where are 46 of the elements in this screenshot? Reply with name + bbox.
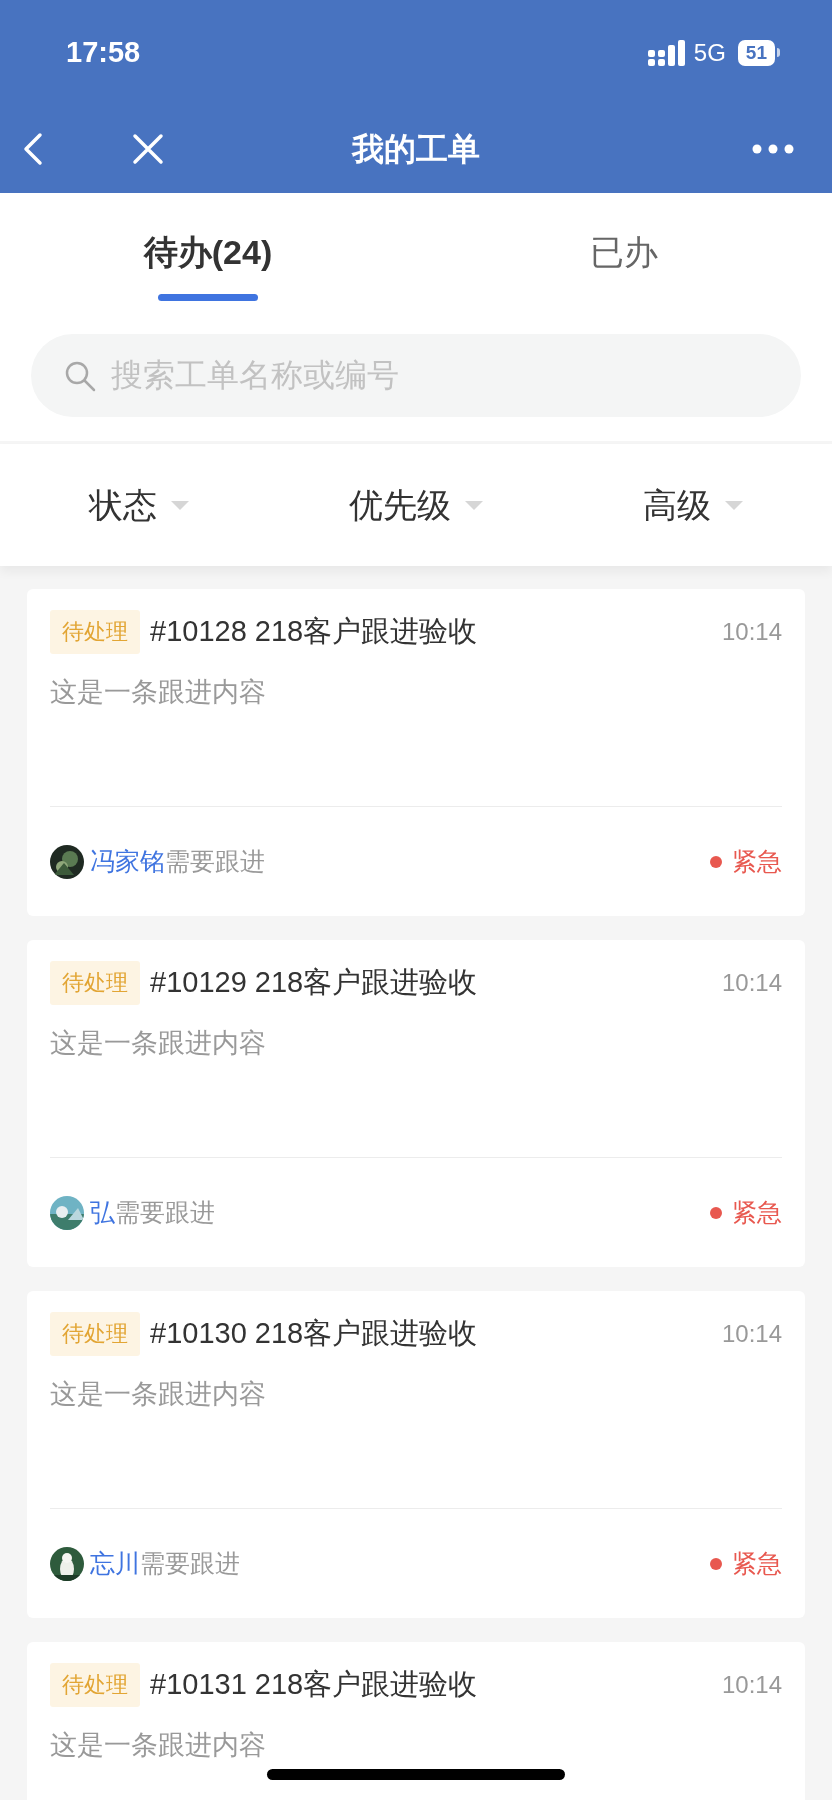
priority-label: 紧急 (732, 1196, 782, 1228)
signal-icon (647, 39, 686, 66)
ticket-title: #10128 218客户跟进验收 (150, 614, 479, 650)
action-label: 需要跟进 (115, 1196, 216, 1228)
ticket-content: 这是一条跟进内容 (50, 1379, 266, 1409)
tab[interactable]: 待办(24) (143, 197, 273, 294)
filter-dropdown[interactable]: 优先级 (349, 479, 483, 531)
status-tag: 待处理 (50, 1663, 140, 1707)
priority-label: 紧急 (732, 1547, 782, 1579)
ticket-content: 这是一条跟进内容 (50, 1028, 266, 1058)
ticket-content: 这是一条跟进内容 (50, 1730, 266, 1760)
close-icon (132, 133, 164, 165)
tab[interactable]: 已办 (590, 197, 658, 294)
status-time: 17:58 (66, 34, 141, 70)
ticket-title: #10131 218客户跟进验收 (150, 1667, 479, 1703)
status-tag: 待处理 (50, 1312, 140, 1356)
ticket-card[interactable]: 待处理 #10128 218客户跟进验收 10:14 这是一条跟进内容 冯家铭需要跟进 紧急 (27, 589, 805, 916)
ticket-card[interactable]: 待处理 #10130 218客户跟进验收 10:14 这是一条跟进内容 忘川需要跟进 紧急 (27, 1291, 805, 1618)
caret-icon (170, 500, 189, 510)
filter-dropdown[interactable]: 状态 (88, 479, 189, 531)
action-label: 需要跟进 (165, 845, 266, 877)
ticket-time: 10:14 (721, 1670, 782, 1700)
ticket-time: 10:14 (721, 617, 782, 647)
network-label: 5G (693, 37, 726, 68)
ticket-title: #10129 218客户跟进验收 (150, 965, 479, 1001)
ticket-card[interactable]: 待处理 #10129 218客户跟进验收 10:14 这是一条跟进内容 弘需要跟进 紧急 (27, 940, 805, 1267)
assignee-name[interactable]: 忘川 (90, 1544, 140, 1583)
page-title: 我的工单 (352, 130, 480, 169)
back-icon (23, 132, 43, 166)
ticket-title: #10130 218客户跟进验收 (150, 1316, 479, 1352)
action-label: 需要跟进 (140, 1547, 241, 1579)
filter-dropdown[interactable]: 高级 (643, 479, 744, 531)
status-tag: 待处理 (50, 610, 140, 654)
assignee-name[interactable]: 冯家铭 (90, 842, 165, 881)
assignee-name[interactable]: 弘 (90, 1193, 115, 1232)
priority-label: 紧急 (732, 845, 782, 877)
caret-icon (725, 500, 744, 510)
ticket-time: 10:14 (721, 1319, 782, 1349)
ticket-card[interactable]: 待处理 #10131 218客户跟进验收 10:14 这是一条跟进内容 (27, 1642, 805, 1800)
close-button[interactable] (130, 131, 166, 167)
caret-icon (465, 500, 483, 510)
search-icon (64, 360, 96, 392)
status-tag: 待处理 (50, 961, 140, 1005)
more-icon (752, 144, 794, 154)
ticket-content: 这是一条跟进内容 (50, 677, 266, 707)
ticket-time: 10:14 (721, 968, 782, 998)
